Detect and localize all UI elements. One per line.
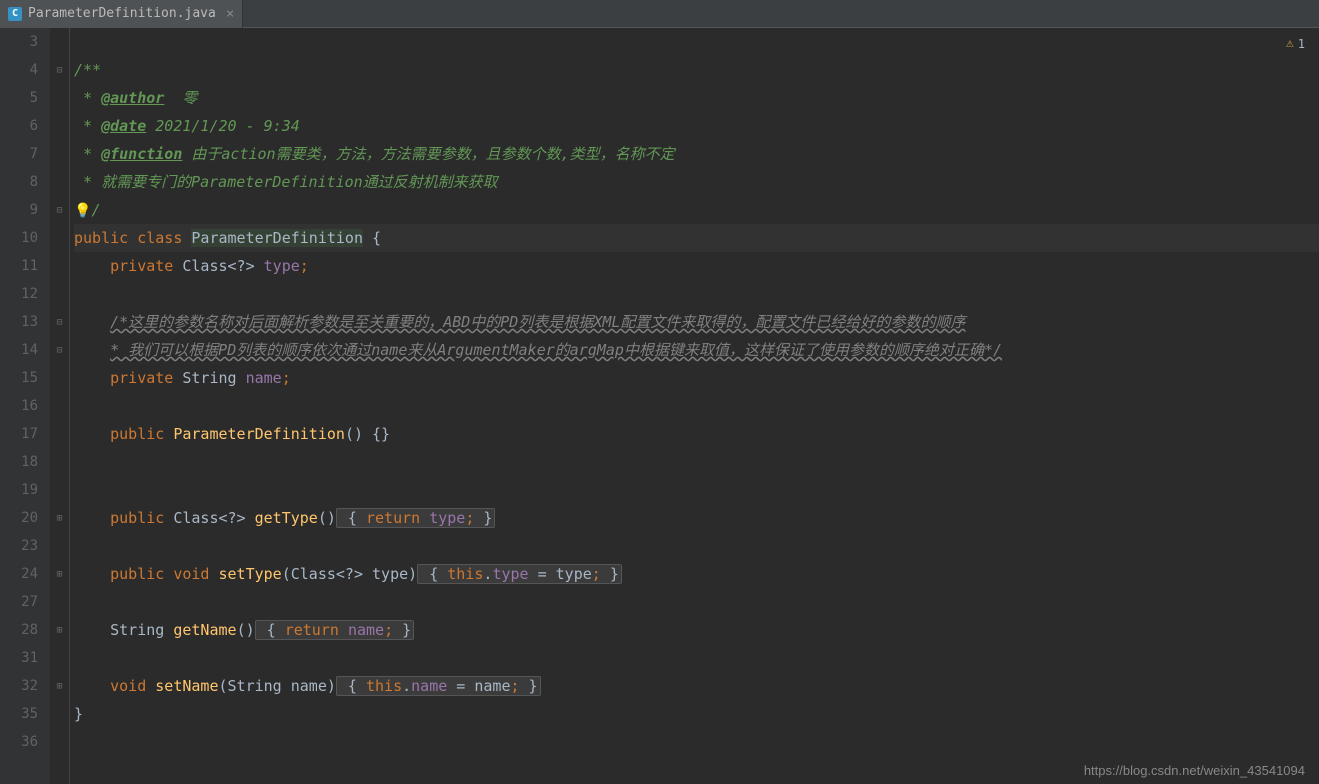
code-line[interactable]	[74, 644, 1319, 672]
code-line[interactable]: public void setType(Class<?> type) { thi…	[74, 560, 1319, 588]
code-line[interactable]	[74, 28, 1319, 56]
code-line[interactable]: * 我们可以根据PD列表的顺序依次通过name来从ArgumentMaker的a…	[74, 336, 1319, 364]
line-number[interactable]: 36	[0, 728, 38, 756]
line-number[interactable]: 14	[0, 336, 38, 364]
line-number[interactable]: 9	[0, 196, 38, 224]
code-line[interactable]: * @author 零	[74, 84, 1319, 112]
code-line[interactable]: /**	[74, 56, 1319, 84]
fold-expand-icon[interactable]: ⊞	[50, 616, 69, 644]
code-line[interactable]	[74, 728, 1319, 756]
code-line[interactable]	[74, 448, 1319, 476]
line-number[interactable]: 15	[0, 364, 38, 392]
code-line[interactable]	[74, 392, 1319, 420]
line-number[interactable]: 24	[0, 560, 38, 588]
code-line[interactable]: 💡/	[74, 196, 1319, 224]
line-number[interactable]: 10	[0, 224, 38, 252]
code-line[interactable]: private Class<?> type;	[74, 252, 1319, 280]
tab-filename: ParameterDefinition.java	[28, 6, 216, 21]
line-number[interactable]: 20	[0, 504, 38, 532]
line-number[interactable]: 35	[0, 700, 38, 728]
code-line[interactable]	[74, 532, 1319, 560]
code-line[interactable]: public class ParameterDefinition {	[74, 224, 1319, 252]
watermark: https://blog.csdn.net/weixin_43541094	[1084, 763, 1305, 778]
code-line[interactable]: /*这里的参数名称对后面解析参数是至关重要的，ABD中的PD列表是根据XML配置…	[74, 308, 1319, 336]
fold-open-icon[interactable]: ⊟	[50, 56, 69, 84]
line-number[interactable]: 5	[0, 84, 38, 112]
fold-expand-icon[interactable]: ⊞	[50, 504, 69, 532]
line-number[interactable]: 13	[0, 308, 38, 336]
close-icon[interactable]: ×	[226, 6, 234, 22]
line-number[interactable]: 6	[0, 112, 38, 140]
line-number[interactable]: 23	[0, 532, 38, 560]
fold-marker	[50, 28, 69, 56]
line-number[interactable]: 31	[0, 644, 38, 672]
code-line[interactable]: }	[74, 700, 1319, 728]
code-line[interactable]: public ParameterDefinition() {}	[74, 420, 1319, 448]
editor: 3 4 5 6 7 8 9 10 11 12 13 14 15 16 17 18…	[0, 28, 1319, 784]
code-line[interactable]: * @function 由于action需要类，方法，方法需要参数，且参数个数,…	[74, 140, 1319, 168]
code-line[interactable]: * 就需要专门的ParameterDefinition通过反射机制来获取	[74, 168, 1319, 196]
line-number[interactable]: 18	[0, 448, 38, 476]
code-line[interactable]	[74, 476, 1319, 504]
bulb-icon[interactable]: 💡	[74, 203, 91, 219]
java-class-icon: C	[8, 7, 22, 21]
line-number[interactable]: 28	[0, 616, 38, 644]
line-number-gutter: 3 4 5 6 7 8 9 10 11 12 13 14 15 16 17 18…	[0, 28, 50, 784]
line-number[interactable]: 7	[0, 140, 38, 168]
line-number[interactable]: 11	[0, 252, 38, 280]
code-line[interactable]: void setName(String name) { this.name = …	[74, 672, 1319, 700]
line-number[interactable]: 16	[0, 392, 38, 420]
file-tab[interactable]: C ParameterDefinition.java ×	[0, 0, 243, 28]
fold-close-icon[interactable]: ⊟	[50, 336, 69, 364]
code-line[interactable]	[74, 588, 1319, 616]
code-line[interactable]: String getName() { return name; }	[74, 616, 1319, 644]
line-number[interactable]: 12	[0, 280, 38, 308]
fold-column: ⊟ ⊟ ⊟ ⊟ ⊞ ⊞ ⊞ ⊞	[50, 28, 70, 784]
code-line[interactable]: * @date 2021/1/20 - 9:34	[74, 112, 1319, 140]
code-line[interactable]	[74, 280, 1319, 308]
code-content[interactable]: ⚠ 1 /** * @author 零 * @date 2021/1/20 - …	[70, 28, 1319, 784]
line-number[interactable]: 8	[0, 168, 38, 196]
line-number[interactable]: 32	[0, 672, 38, 700]
line-number[interactable]: 3	[0, 28, 38, 56]
tab-bar: C ParameterDefinition.java ×	[0, 0, 1319, 28]
fold-expand-icon[interactable]: ⊞	[50, 672, 69, 700]
fold-close-icon[interactable]: ⊟	[50, 196, 69, 224]
code-line[interactable]: private String name;	[74, 364, 1319, 392]
fold-expand-icon[interactable]: ⊞	[50, 560, 69, 588]
line-number[interactable]: 17	[0, 420, 38, 448]
line-number[interactable]: 27	[0, 588, 38, 616]
code-line[interactable]: public Class<?> getType() { return type;…	[74, 504, 1319, 532]
line-number[interactable]: 19	[0, 476, 38, 504]
fold-open-icon[interactable]: ⊟	[50, 308, 69, 336]
line-number[interactable]: 4	[0, 56, 38, 84]
